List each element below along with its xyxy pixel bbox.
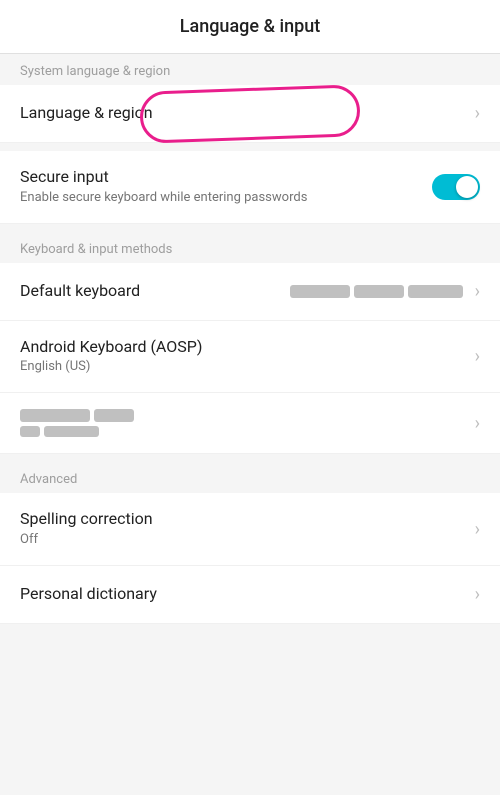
- language-region-title: Language & region: [20, 103, 471, 124]
- chevron-icon-keyboard: ›: [475, 281, 480, 302]
- chevron-icon-blurred: ›: [475, 413, 480, 434]
- spelling-correction-title: Spelling correction: [20, 509, 471, 530]
- section-header-advanced: Advanced: [0, 462, 500, 493]
- chevron-icon-aosp: ›: [475, 346, 480, 367]
- page-title: Language & input: [180, 16, 320, 37]
- blurred-sub-2: [44, 426, 99, 437]
- android-keyboard-item[interactable]: Android Keyboard (AOSP) English (US) ›: [0, 321, 500, 394]
- android-keyboard-title: Android Keyboard (AOSP): [20, 337, 471, 358]
- blurred-value-2: [354, 285, 404, 298]
- chevron-icon: ›: [475, 103, 480, 124]
- default-keyboard-item[interactable]: Default keyboard ›: [0, 263, 500, 321]
- divider-3: [0, 454, 500, 462]
- personal-dictionary-title: Personal dictionary: [20, 584, 471, 605]
- secure-input-toggle[interactable]: [432, 174, 480, 200]
- spelling-correction-subtitle: Off: [20, 532, 471, 549]
- blurred-value-3: [408, 285, 463, 298]
- chevron-icon-spelling: ›: [475, 519, 480, 540]
- blurred-title-2: [94, 409, 134, 422]
- toggle-container[interactable]: [432, 174, 480, 200]
- default-keyboard-content: Default keyboard: [20, 281, 290, 302]
- secure-input-item[interactable]: Secure input Enable secure keyboard whil…: [0, 151, 500, 224]
- blurred-sub-1: [20, 426, 40, 437]
- personal-dictionary-content: Personal dictionary: [20, 584, 471, 605]
- secure-input-title: Secure input: [20, 167, 432, 188]
- language-region-item[interactable]: Language & region ›: [0, 85, 500, 143]
- personal-dictionary-item[interactable]: Personal dictionary ›: [0, 566, 500, 624]
- default-keyboard-value-row: ›: [290, 281, 480, 302]
- default-keyboard-title: Default keyboard: [20, 281, 290, 302]
- spelling-correction-item[interactable]: Spelling correction Off ›: [0, 493, 500, 566]
- secure-input-content: Secure input Enable secure keyboard whil…: [20, 167, 432, 207]
- secure-input-subtitle: Enable secure keyboard while entering pa…: [20, 190, 432, 207]
- spelling-correction-content: Spelling correction Off: [20, 509, 471, 549]
- divider-2: [0, 224, 500, 232]
- divider-1: [0, 143, 500, 151]
- section-header-keyboard: Keyboard & input methods: [0, 232, 500, 263]
- chevron-icon-dictionary: ›: [475, 584, 480, 605]
- android-keyboard-subtitle: English (US): [20, 359, 471, 376]
- blurred-item-content: [20, 409, 471, 437]
- blurred-value-1: [290, 285, 350, 298]
- section-header-system: System language & region: [0, 54, 500, 85]
- blurred-title-1: [20, 409, 90, 422]
- list-item-content: Language & region: [20, 103, 471, 124]
- android-keyboard-content: Android Keyboard (AOSP) English (US): [20, 337, 471, 377]
- blurred-item[interactable]: ›: [0, 393, 500, 454]
- top-bar: Language & input: [0, 0, 500, 54]
